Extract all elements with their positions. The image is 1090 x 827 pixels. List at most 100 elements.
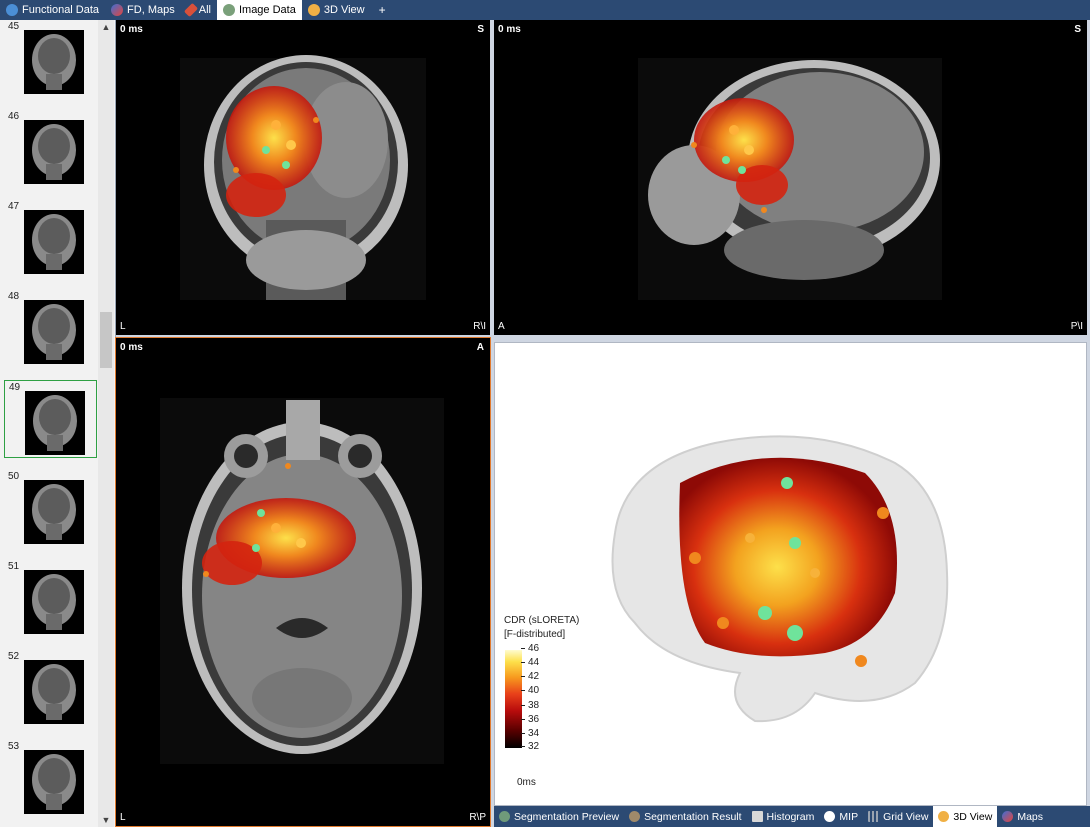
colorbar-tick: 36 (520, 714, 539, 725)
tab-all[interactable]: All (181, 0, 217, 20)
colorbar-tick: 42 (520, 671, 539, 682)
tab-maps[interactable]: Maps (997, 806, 1048, 827)
tab-image-data[interactable]: Image Data (216, 0, 302, 20)
tab-label: Image Data (238, 4, 296, 16)
scroll-up-button[interactable]: ▲ (98, 20, 114, 34)
slice-image (24, 570, 84, 634)
time-label: 0 ms (498, 24, 521, 35)
slice-thumbnail[interactable]: 45 (4, 20, 97, 98)
histogram-icon (751, 811, 763, 822)
brain-icon (499, 811, 510, 822)
slice-number: 45 (8, 21, 20, 32)
tab-segmentation-preview[interactable]: Segmentation Preview (494, 806, 624, 827)
slice-number: 50 (8, 471, 20, 482)
colorbar-title: CDR (sLORETA) [F-distributed] (504, 614, 579, 642)
3d-time-label: 0ms (517, 777, 536, 788)
slice-image (24, 30, 84, 94)
slice-thumbnail-selected[interactable]: 49 (4, 380, 97, 458)
tab-3d-view[interactable]: 3D View (933, 806, 998, 827)
head-3d-icon (938, 811, 950, 822)
thumbnail-scrollbar[interactable]: ▲ ▼ (98, 20, 114, 827)
workspace-tab-bar: Functional Data FD, Maps All Image Data … (0, 0, 1090, 20)
slice-number: 49 (9, 382, 21, 393)
tab-fd-maps[interactable]: FD, Maps (105, 0, 181, 20)
slice-number: 51 (8, 561, 20, 572)
orientation-left: A (498, 321, 505, 332)
head-3d-icon (307, 4, 320, 16)
tab-segmentation-result[interactable]: Segmentation Result (624, 806, 746, 827)
slice-number: 53 (8, 741, 20, 752)
colorbar-tick: 32 (520, 741, 539, 752)
colorbar-tick: 46 (520, 643, 539, 654)
scroll-down-button[interactable]: ▼ (98, 813, 114, 827)
slice-image (24, 120, 84, 184)
axial-view[interactable]: 0 ms A L R\P (115, 337, 491, 827)
tab-histogram[interactable]: Histogram (747, 806, 820, 827)
colorbar-tick: 40 (520, 685, 539, 696)
slice-thumbnail-strip: 45 46 47 48 49 50 51 52 53 ▲ ▼ (0, 20, 116, 827)
tab-label: Maps (1017, 810, 1044, 823)
slice-thumbnail[interactable]: 51 (4, 560, 97, 638)
tab-label: Histogram (766, 810, 815, 823)
sagittal-view[interactable]: 0 ms S A P\I (494, 20, 1087, 335)
slice-image (24, 300, 84, 364)
brain-icon (629, 811, 641, 822)
slice-thumbnail[interactable]: 53 (4, 740, 97, 818)
slice-image (25, 391, 85, 455)
sagittal-mri-image (638, 58, 942, 300)
tab-grid-view[interactable]: Grid View (863, 806, 933, 827)
tab-label: Segmentation Result (644, 810, 742, 823)
slice-number: 46 (8, 111, 20, 122)
orientation-left: L (120, 321, 126, 332)
slice-thumbnail[interactable]: 50 (4, 470, 97, 548)
slice-image (24, 660, 84, 724)
slice-thumbnail[interactable]: 47 (4, 200, 97, 278)
tab-functional-data[interactable]: Functional Data (0, 0, 105, 20)
orientation-right: P\I (1070, 321, 1083, 332)
tab-label: Segmentation Preview (514, 810, 620, 823)
colorbar (505, 650, 522, 748)
slice-thumbnail[interactable]: 46 (4, 110, 97, 188)
orientation-top: A (476, 342, 484, 353)
tab-label: FD, Maps (127, 4, 175, 16)
3d-brain-render (611, 435, 949, 723)
tab-mip[interactable]: MIP (819, 806, 863, 827)
coronal-mri-image (180, 55, 426, 300)
colorbar-tick: 38 (520, 700, 539, 711)
slice-number: 47 (8, 201, 20, 212)
tab-label: All (198, 4, 211, 16)
slice-thumbnail[interactable]: 52 (4, 650, 97, 728)
3d-view[interactable]: CDR (sLORETA) [F-distributed] 46 44 42 4… (494, 342, 1087, 806)
slice-image (24, 210, 84, 274)
grid-icon (868, 811, 880, 822)
scrollbar-thumb[interactable] (100, 312, 112, 368)
tab-label: 3D View (953, 810, 993, 823)
maps-icon (1002, 811, 1014, 822)
colorbar-title-line1: CDR (sLORETA) (504, 615, 580, 626)
brush-icon (183, 2, 198, 18)
slice-thumbnail[interactable]: 48 (4, 290, 97, 368)
mip-icon (824, 811, 836, 822)
orientation-top: S (1074, 24, 1081, 35)
waveform-icon (6, 4, 18, 16)
add-tab-button[interactable]: + (371, 0, 394, 20)
coronal-view[interactable]: 0 ms S L R\I (116, 20, 490, 335)
tab-3d-view[interactable]: 3D View (302, 0, 371, 20)
orientation-right: R\I (473, 321, 486, 332)
head-icon (222, 4, 235, 16)
axial-mri-image (160, 398, 444, 764)
view-tab-bar: Segmentation Preview Segmentation Result… (494, 806, 1090, 827)
time-label: 0 ms (120, 342, 143, 353)
slice-number: 48 (8, 291, 20, 302)
colorbar-title-line2: [F-distributed] (504, 629, 566, 640)
tab-label: Functional Data (22, 4, 100, 16)
tab-label: 3D View (323, 4, 365, 16)
tab-label: Grid View (883, 810, 929, 823)
colorbar-tick: 34 (520, 728, 539, 739)
slice-number: 52 (8, 651, 20, 662)
time-label: 0 ms (120, 24, 143, 35)
maps-icon (111, 4, 124, 16)
slice-image (24, 750, 84, 814)
orientation-top: S (477, 24, 484, 35)
colorbar-tick: 44 (520, 657, 539, 668)
